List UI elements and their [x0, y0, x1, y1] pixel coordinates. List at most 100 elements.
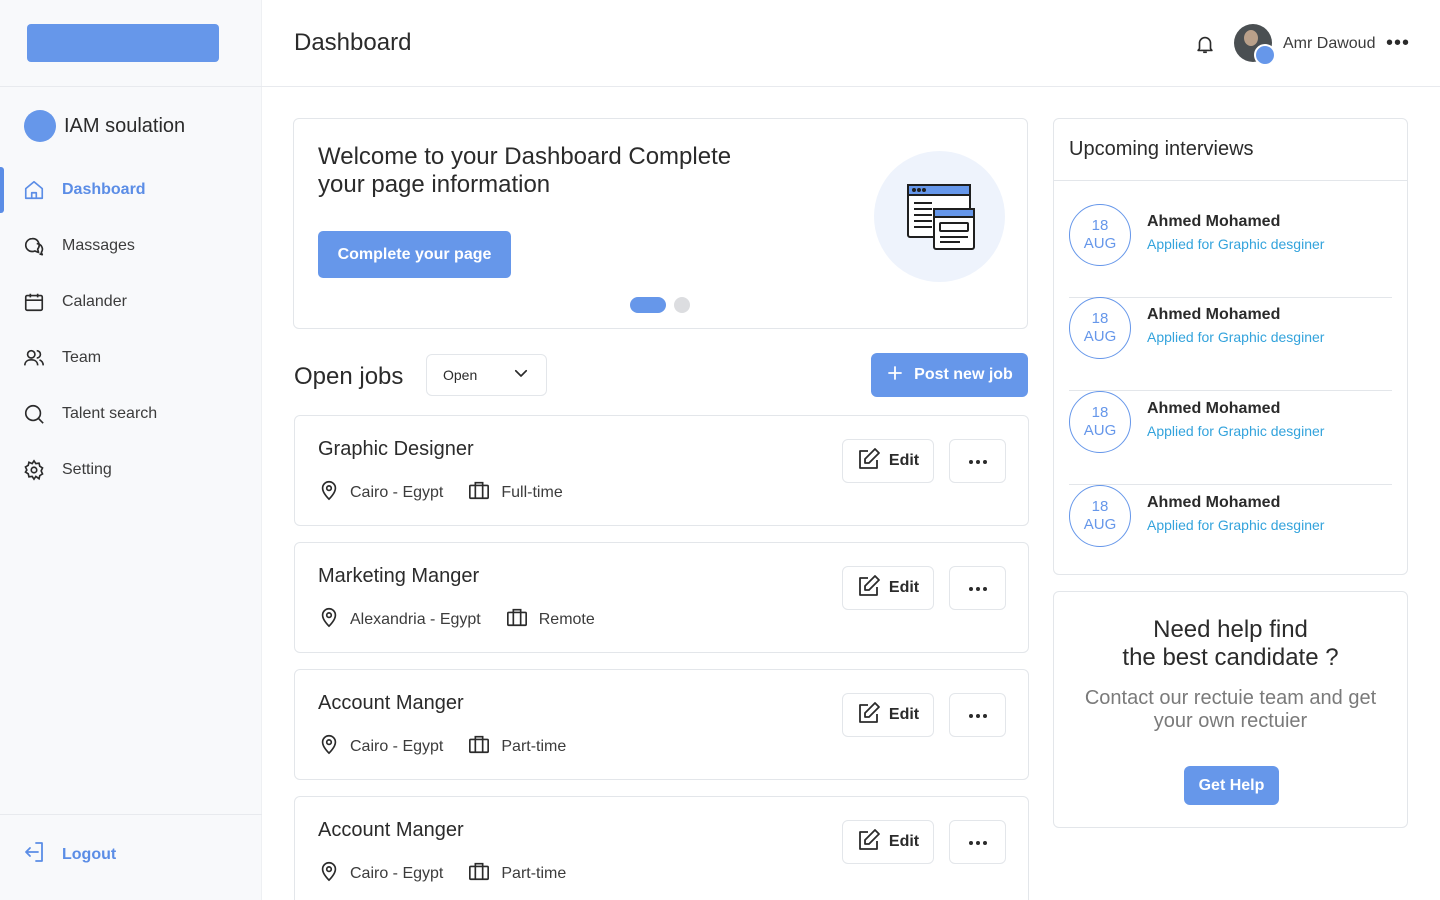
user-menu-more-icon[interactable]: ••• [1386, 32, 1410, 55]
job-more-button[interactable] [949, 439, 1006, 483]
job-card[interactable]: Graphic Designer Cairo - Egypt Full-time… [294, 415, 1029, 526]
job-location: Cairo - Egypt [318, 860, 443, 887]
user-name[interactable]: Amr Dawoud [1283, 35, 1375, 53]
job-card[interactable]: Account Manger Cairo - Egypt Part-time E… [294, 669, 1029, 780]
sidebar-item-label: Talent search [62, 405, 158, 422]
welcome-card: Welcome to your Dashboard Complete your … [293, 118, 1028, 329]
edit-icon [857, 701, 881, 730]
sidebar-item-team[interactable]: Team [0, 330, 262, 386]
edit-job-button[interactable]: Edit [842, 820, 934, 864]
org-profile: IAM soulation [24, 110, 185, 142]
top-header: Dashboard Amr Dawoud ••• [262, 0, 1440, 87]
job-more-button[interactable] [949, 566, 1006, 610]
edit-job-button[interactable]: Edit [842, 693, 934, 737]
help-title-line2: the best candidate ? [1122, 644, 1339, 671]
job-type: Full-time [467, 479, 563, 506]
job-title: Account Manger [318, 692, 464, 714]
candidate-name: Ahmed Mohamed [1147, 494, 1281, 511]
sidebar: IAM soulation Dashboard Massages Calande… [0, 0, 262, 900]
logout-button[interactable]: Logout [22, 840, 116, 869]
briefcase-icon [467, 479, 491, 506]
sidebar-item-setting[interactable]: Setting [0, 442, 262, 498]
sidebar-item-dashboard[interactable]: Dashboard [0, 162, 262, 218]
interview-item[interactable]: 18 AUG Ahmed Mohamed Applied for Graphic… [1069, 485, 1392, 579]
carousel-pager [630, 297, 690, 313]
interview-date: 18 AUG [1069, 485, 1131, 547]
briefcase-icon [467, 733, 491, 760]
job-card[interactable]: Marketing Manger Alexandria - Egypt Remo… [294, 542, 1029, 653]
candidate-role[interactable]: Applied for Graphic desginer [1147, 517, 1324, 533]
candidate-role[interactable]: Applied for Graphic desginer [1147, 329, 1324, 345]
interview-date: 18 AUG [1069, 391, 1131, 453]
interview-day: 18 [1091, 498, 1109, 515]
chevron-down-icon [512, 364, 530, 387]
job-more-button[interactable] [949, 693, 1006, 737]
edit-job-button[interactable]: Edit [842, 439, 934, 483]
interview-month: AUG [1083, 235, 1117, 252]
briefcase-icon [467, 860, 491, 887]
briefcase-icon [505, 606, 529, 633]
candidate-role[interactable]: Applied for Graphic desginer [1147, 236, 1324, 252]
complete-page-button[interactable]: Complete your page [318, 231, 511, 278]
interview-month: AUG [1083, 516, 1117, 533]
interview-day: 18 [1091, 404, 1109, 421]
interview-month: AUG [1083, 328, 1117, 345]
location-pin-icon [318, 479, 340, 506]
sidebar-item-messages[interactable]: Massages [0, 218, 262, 274]
divider [0, 86, 262, 87]
job-type-text: Part-time [501, 737, 567, 755]
help-title: Need help find the best candidate ? [1054, 616, 1407, 672]
edit-icon [857, 447, 881, 476]
job-type: Part-time [467, 860, 566, 887]
interview-item[interactable]: 18 AUG Ahmed Mohamed Applied for Graphic… [1069, 391, 1392, 485]
home-icon [22, 178, 46, 202]
help-title-line1: Need help find [1153, 616, 1308, 643]
user-avatar[interactable] [1234, 24, 1276, 66]
logout-label: Logout [62, 845, 117, 863]
sidebar-item-label: Team [62, 349, 102, 366]
sidebar-item-calendar[interactable]: Calander [0, 274, 262, 330]
job-type-text: Full-time [501, 483, 563, 501]
logout-icon [22, 840, 46, 869]
sidebar-item-label: Calander [62, 293, 127, 310]
edit-job-button[interactable]: Edit [842, 566, 934, 610]
help-subtitle: Contact our rectuie team and get your ow… [1084, 687, 1377, 732]
get-help-button[interactable]: Get Help [1184, 766, 1279, 805]
search-icon [22, 402, 46, 426]
job-card[interactable]: Account Manger Cairo - Egypt Part-time E… [294, 796, 1029, 900]
job-type: Part-time [467, 733, 566, 760]
app: IAM soulation Dashboard Massages Calande… [0, 0, 1440, 900]
welcome-title: Welcome to your Dashboard Complete your … [318, 143, 732, 198]
job-more-button[interactable] [949, 820, 1006, 864]
interview-month: AUG [1083, 422, 1117, 439]
edit-label: Edit [888, 833, 920, 850]
post-new-job-button[interactable]: Post new job [871, 353, 1028, 397]
notification-bell-icon[interactable] [1194, 32, 1216, 61]
calendar-icon [22, 290, 46, 314]
candidate-role[interactable]: Applied for Graphic desginer [1147, 423, 1324, 439]
job-type-text: Part-time [501, 864, 567, 882]
job-meta: Cairo - Egypt Part-time [318, 733, 590, 760]
job-status-select[interactable]: Open [426, 354, 547, 396]
interview-date: 18 AUG [1069, 297, 1131, 359]
job-meta: Cairo - Egypt Full-time [318, 479, 587, 506]
browser-window-illustration [874, 151, 1005, 282]
org-avatar [24, 110, 56, 142]
job-location: Cairo - Egypt [318, 479, 443, 506]
interview-item[interactable]: 18 AUG Ahmed Mohamed Applied for Graphic… [1069, 297, 1392, 391]
sidebar-nav: Dashboard Massages Calander Team Talent … [0, 162, 262, 498]
job-location-text: Cairo - Egypt [350, 864, 444, 882]
interview-item[interactable]: 18 AUG Ahmed Mohamed Applied for Graphic… [1069, 204, 1392, 298]
sidebar-item-talent-search[interactable]: Talent search [0, 386, 262, 442]
upcoming-interviews-panel: Upcoming interviews 18 AUG Ahmed Mohamed… [1053, 118, 1408, 575]
pager-dot[interactable] [674, 297, 690, 313]
job-title: Account Manger [318, 819, 464, 841]
interview-day: 18 [1091, 310, 1109, 327]
avatar-face [1244, 30, 1258, 46]
more-icon [968, 833, 988, 851]
messages-icon [22, 234, 46, 258]
logo[interactable] [27, 24, 219, 62]
pager-dot-active[interactable] [630, 297, 666, 313]
edit-label: Edit [888, 452, 920, 469]
job-location-text: Alexandria - Egypt [350, 610, 481, 628]
